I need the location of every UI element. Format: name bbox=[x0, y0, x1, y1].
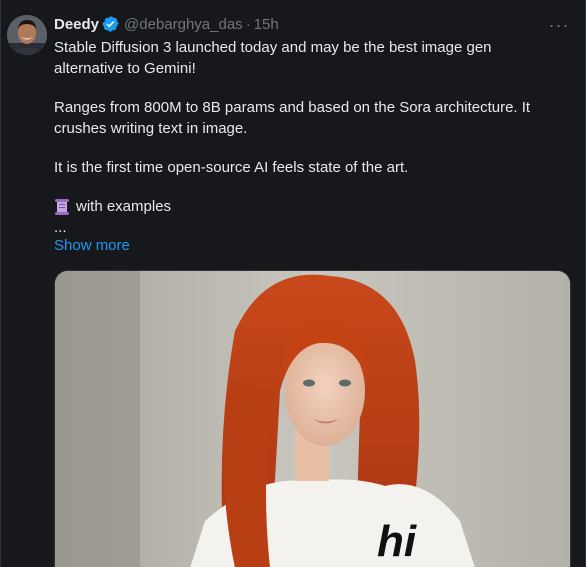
verified-badge-icon bbox=[102, 15, 120, 33]
avatar[interactable] bbox=[7, 15, 47, 55]
tweet-header: Deedy @debarghya_das · 15h bbox=[54, 14, 567, 34]
more-options-icon[interactable]: ··· bbox=[549, 15, 569, 35]
ellipsis: ... bbox=[54, 219, 67, 236]
tweet-line: It is the first time open-source AI feel… bbox=[54, 159, 409, 176]
tweet-line: with examples bbox=[54, 197, 171, 217]
author-handle[interactable]: @debarghya_das bbox=[124, 16, 243, 33]
tweet-line: Ranges from 800M to 8B params and based … bbox=[54, 99, 531, 116]
shirt-text: hi bbox=[377, 517, 417, 566]
author-name[interactable]: Deedy bbox=[54, 16, 99, 33]
scroll-emoji-icon bbox=[54, 198, 70, 216]
tweet-line-text: with examples bbox=[76, 198, 172, 215]
separator-dot: · bbox=[245, 15, 251, 33]
tweet-image[interactable]: hi bbox=[54, 270, 571, 567]
tweet-card[interactable]: Deedy @debarghya_das · 15h ··· Stable Di… bbox=[0, 0, 586, 567]
tweet-line: alternative to Gemini! bbox=[54, 60, 196, 77]
show-more-link[interactable]: Show more bbox=[54, 237, 130, 254]
timestamp[interactable]: 15h bbox=[254, 16, 279, 33]
tweet-line: Stable Diffusion 3 launched today and ma… bbox=[54, 39, 492, 56]
tweet-line: crushes writing text in image. bbox=[54, 120, 248, 137]
